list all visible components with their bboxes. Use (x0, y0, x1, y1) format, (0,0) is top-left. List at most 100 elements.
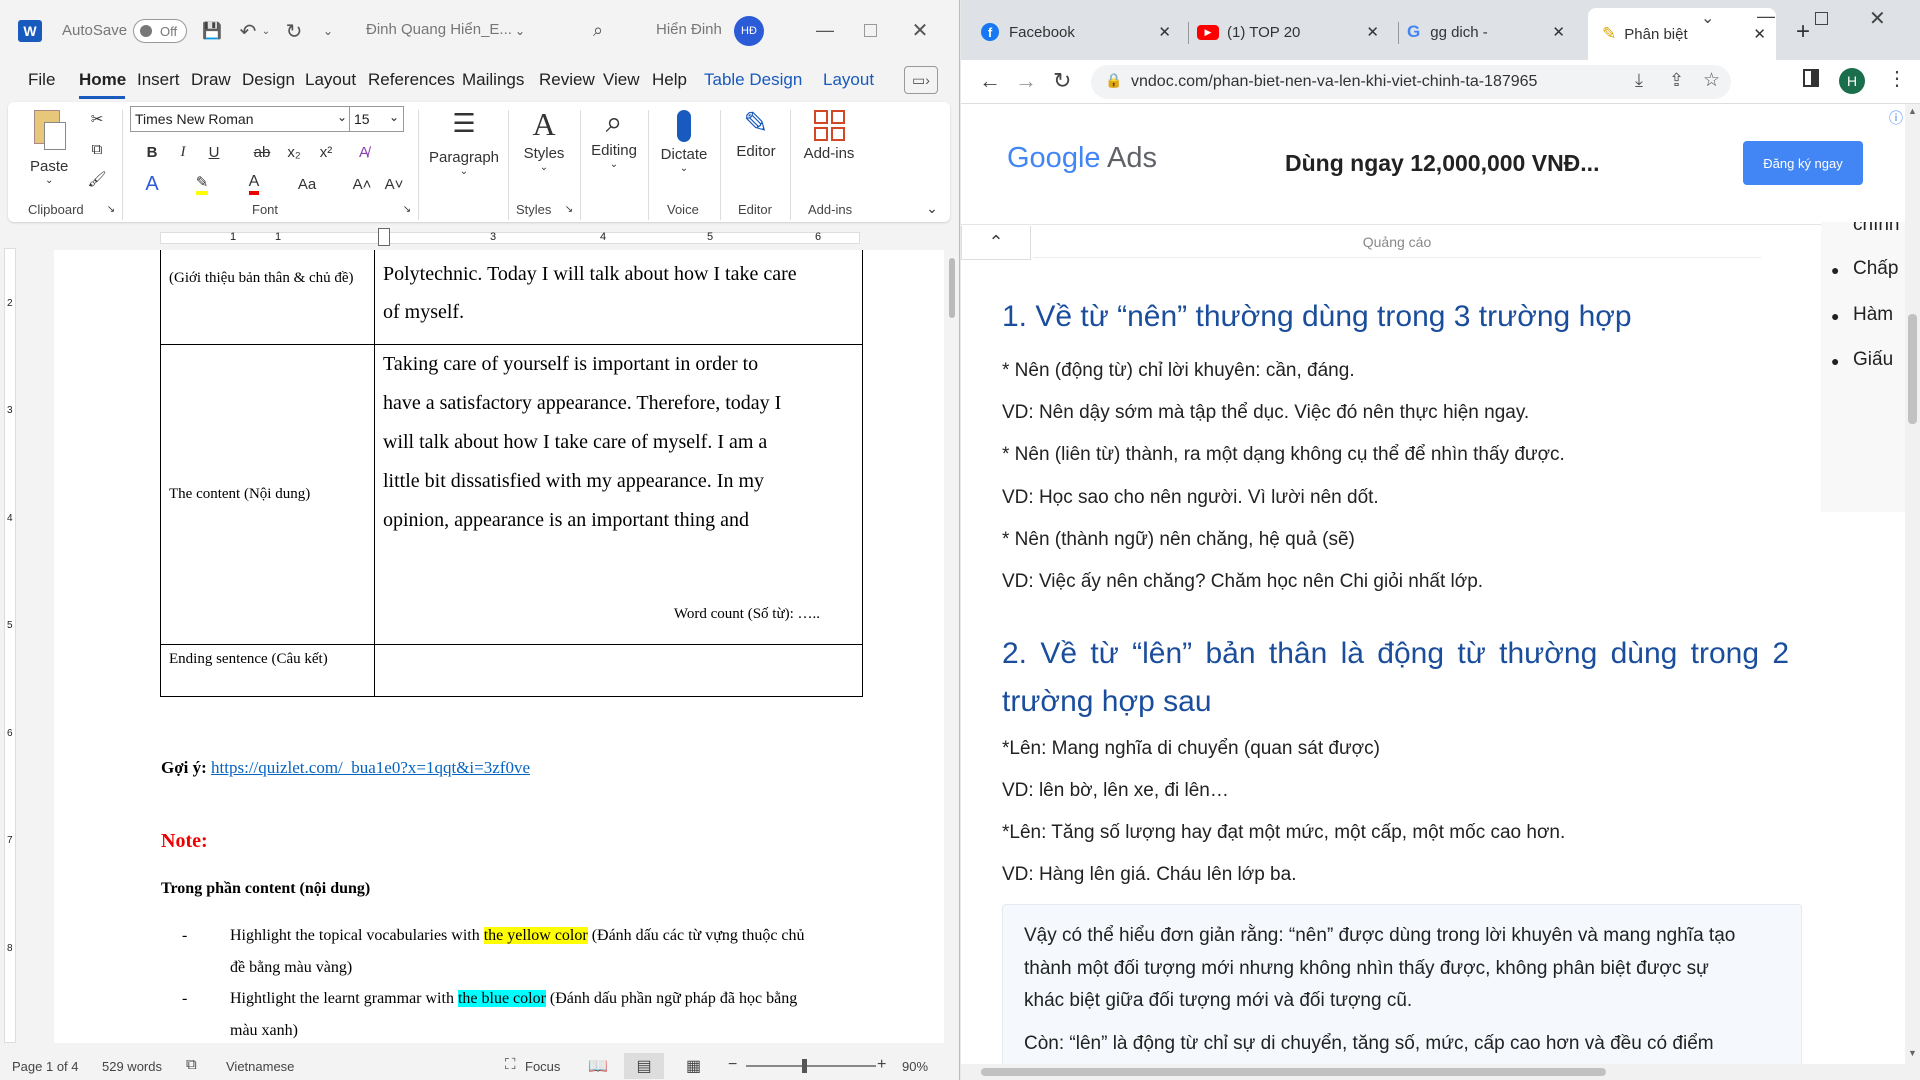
change-case-button[interactable]: Aa (292, 172, 322, 196)
underline-button[interactable]: U (202, 140, 226, 164)
tab-design[interactable]: Design (242, 70, 295, 90)
tab-mailings[interactable]: Mailings (462, 70, 524, 90)
toc-item[interactable]: chính (1853, 222, 1899, 236)
table-cell[interactable]: (Giới thiệu bản thân & chủ đề) (160, 250, 375, 345)
minimize-button[interactable]: — (1757, 6, 1775, 27)
clipboard-launcher-icon[interactable]: ↘ (104, 202, 118, 216)
comments-icon[interactable]: ▭› (904, 66, 938, 94)
addins-button[interactable]: Add-ins (794, 106, 864, 162)
tab-table-layout[interactable]: Layout (823, 70, 874, 90)
save-icon[interactable]: 💾 (200, 19, 224, 43)
selected-tab[interactable] (1432, 8, 1610, 60)
tab-view[interactable]: View (603, 70, 640, 90)
address-bar[interactable]: 🔒 vndoc.com/phan-biet-nen-va-len-khi-vie… (1091, 65, 1731, 99)
tab-layout[interactable]: Layout (305, 70, 356, 90)
document-title[interactable]: Đinh Quang Hiển_E... (366, 21, 512, 38)
document-page[interactable]: (Giới thiệu bản thân & chủ đề) Polytechn… (54, 250, 944, 1043)
collapse-ribbon-icon[interactable]: ⌄ (922, 198, 942, 218)
table-cell[interactable]: Taking care of yourself is important in … (374, 344, 863, 645)
toc-item[interactable]: Chấp (1853, 258, 1898, 280)
redo-icon[interactable]: ↻ (282, 19, 306, 43)
word-count-status[interactable]: 529 words (102, 1059, 162, 1074)
format-painter-icon[interactable]: 🖌 (86, 168, 108, 190)
bold-button[interactable]: B (140, 140, 164, 164)
hscroll-thumb[interactable] (981, 1068, 1606, 1076)
table-cell[interactable] (374, 644, 863, 697)
tab-insert[interactable]: Insert (137, 70, 180, 90)
tab-home[interactable]: Home (79, 70, 126, 90)
page-indicator[interactable]: Page 1 of 4 (12, 1059, 79, 1074)
undo-dropdown-icon[interactable]: ⌄ (260, 19, 272, 43)
title-dropdown-icon[interactable]: ⌄ (512, 19, 528, 43)
font-size-select[interactable]: 15 ⌄ (349, 106, 404, 132)
back-icon[interactable]: ← (979, 68, 1001, 94)
zoom-out-icon[interactable]: − (728, 1056, 737, 1074)
editor-button[interactable]: ✎ Editor (724, 106, 788, 160)
tab-table-design[interactable]: Table Design (704, 70, 802, 90)
customize-toolbar-icon[interactable]: ⌄ (320, 19, 336, 43)
tab-youtube[interactable]: ▶ (1) TOP 20 ✕ (1197, 14, 1389, 50)
forward-icon[interactable]: → (1015, 68, 1037, 94)
toc-item[interactable]: Giấu (1853, 349, 1893, 371)
font-launcher-icon[interactable]: ↘ (400, 202, 414, 216)
zoom-level[interactable]: 90% (902, 1059, 928, 1074)
scroll-down-icon[interactable]: ▼ (1908, 1048, 1917, 1058)
ad-headline[interactable]: Dùng ngay 12,000,000 VNĐ... (1285, 150, 1599, 177)
copy-icon[interactable]: ⧉ (86, 138, 108, 160)
close-icon[interactable]: ✕ (1158, 23, 1171, 41)
install-icon[interactable]: ⤓ (1635, 70, 1643, 91)
ad-info-icon[interactable]: ⓘ (1889, 108, 1903, 128)
maximize-button[interactable] (1815, 12, 1828, 25)
shrink-font-icon[interactable]: A˅ (382, 172, 406, 196)
hint-link[interactable]: https://quizlet.com/_bua1e0?x=1qqt&i=3zf… (211, 758, 530, 777)
editing-button[interactable]: ⌕ Editing ⌄ (584, 106, 644, 170)
menu-kebab-icon[interactable]: ⋮ (1887, 66, 1907, 91)
cut-icon[interactable]: ✂ (86, 108, 108, 130)
clear-formatting-icon[interactable]: A̸ (352, 140, 376, 164)
italic-button[interactable]: I (171, 140, 195, 164)
lock-icon[interactable]: 🔒 (1105, 72, 1122, 89)
close-icon[interactable]: ✕ (1366, 23, 1379, 41)
table-cell[interactable]: The content (Nội dung) (160, 344, 375, 645)
ad-banner[interactable]: Google Ads Dùng ngay 12,000,000 VNĐ... Đ… (961, 104, 1919, 224)
avatar[interactable]: HĐ (734, 16, 764, 46)
tab-help[interactable]: Help (652, 70, 687, 90)
vertical-ruler[interactable]: 2 3 4 5 6 7 8 (0, 248, 20, 1043)
close-button[interactable]: ✕ (1869, 6, 1886, 31)
styles-launcher-icon[interactable]: ↘ (562, 202, 576, 216)
search-icon[interactable]: ⌕ (586, 18, 610, 42)
grow-font-icon[interactable]: A˄ (350, 172, 374, 196)
undo-icon[interactable]: ↶ (236, 19, 260, 43)
focus-icon[interactable]: ⛶ (505, 1056, 516, 1073)
side-panel-icon[interactable] (1803, 69, 1819, 87)
tab-references[interactable]: References (368, 70, 455, 90)
page-content[interactable]: Google Ads Dùng ngay 12,000,000 VNĐ... Đ… (961, 104, 1920, 1080)
focus-button[interactable]: Focus (525, 1059, 560, 1074)
superscript-button[interactable]: x² (314, 140, 338, 164)
styles-button[interactable]: A Styles ⌄ (516, 106, 572, 173)
dictate-button[interactable]: Dictate ⌄ (654, 106, 714, 174)
close-icon[interactable]: ✕ (905, 18, 935, 42)
table-cell[interactable]: Ending sentence (Câu kết) (160, 644, 375, 697)
highlight-color-icon[interactable]: ✎ (190, 172, 214, 196)
horizontal-ruler[interactable]: 1 1 2 3 4 5 6 (0, 228, 959, 248)
strikethrough-button[interactable]: ab (250, 140, 274, 164)
paste-button[interactable]: Paste ⌄ (30, 106, 68, 186)
tab-file[interactable]: File (28, 70, 55, 90)
profile-avatar[interactable]: H (1839, 68, 1865, 94)
text-effects-icon[interactable]: A (140, 172, 164, 196)
ad-cta-button[interactable]: Đăng ký ngay (1743, 141, 1863, 185)
tab-facebook[interactable]: f Facebook ✕ (981, 14, 1181, 50)
maximize-icon[interactable] (855, 18, 885, 42)
indent-marker-icon[interactable] (378, 228, 390, 246)
print-layout-icon[interactable]: ▤ (624, 1053, 664, 1079)
toc-item[interactable]: Hàm (1853, 304, 1893, 326)
language-indicator[interactable]: Vietnamese (226, 1059, 294, 1074)
read-mode-icon[interactable]: 📖 (588, 1056, 608, 1076)
table-cell[interactable]: Polytechnic. Today I will talk about how… (374, 250, 863, 345)
font-color-icon[interactable]: A (242, 172, 266, 196)
subscript-button[interactable]: x₂ (282, 140, 306, 164)
vertical-scrollbar[interactable] (946, 248, 959, 1043)
zoom-thumb[interactable] (802, 1059, 807, 1073)
horizontal-scrollbar[interactable] (961, 1064, 1905, 1080)
